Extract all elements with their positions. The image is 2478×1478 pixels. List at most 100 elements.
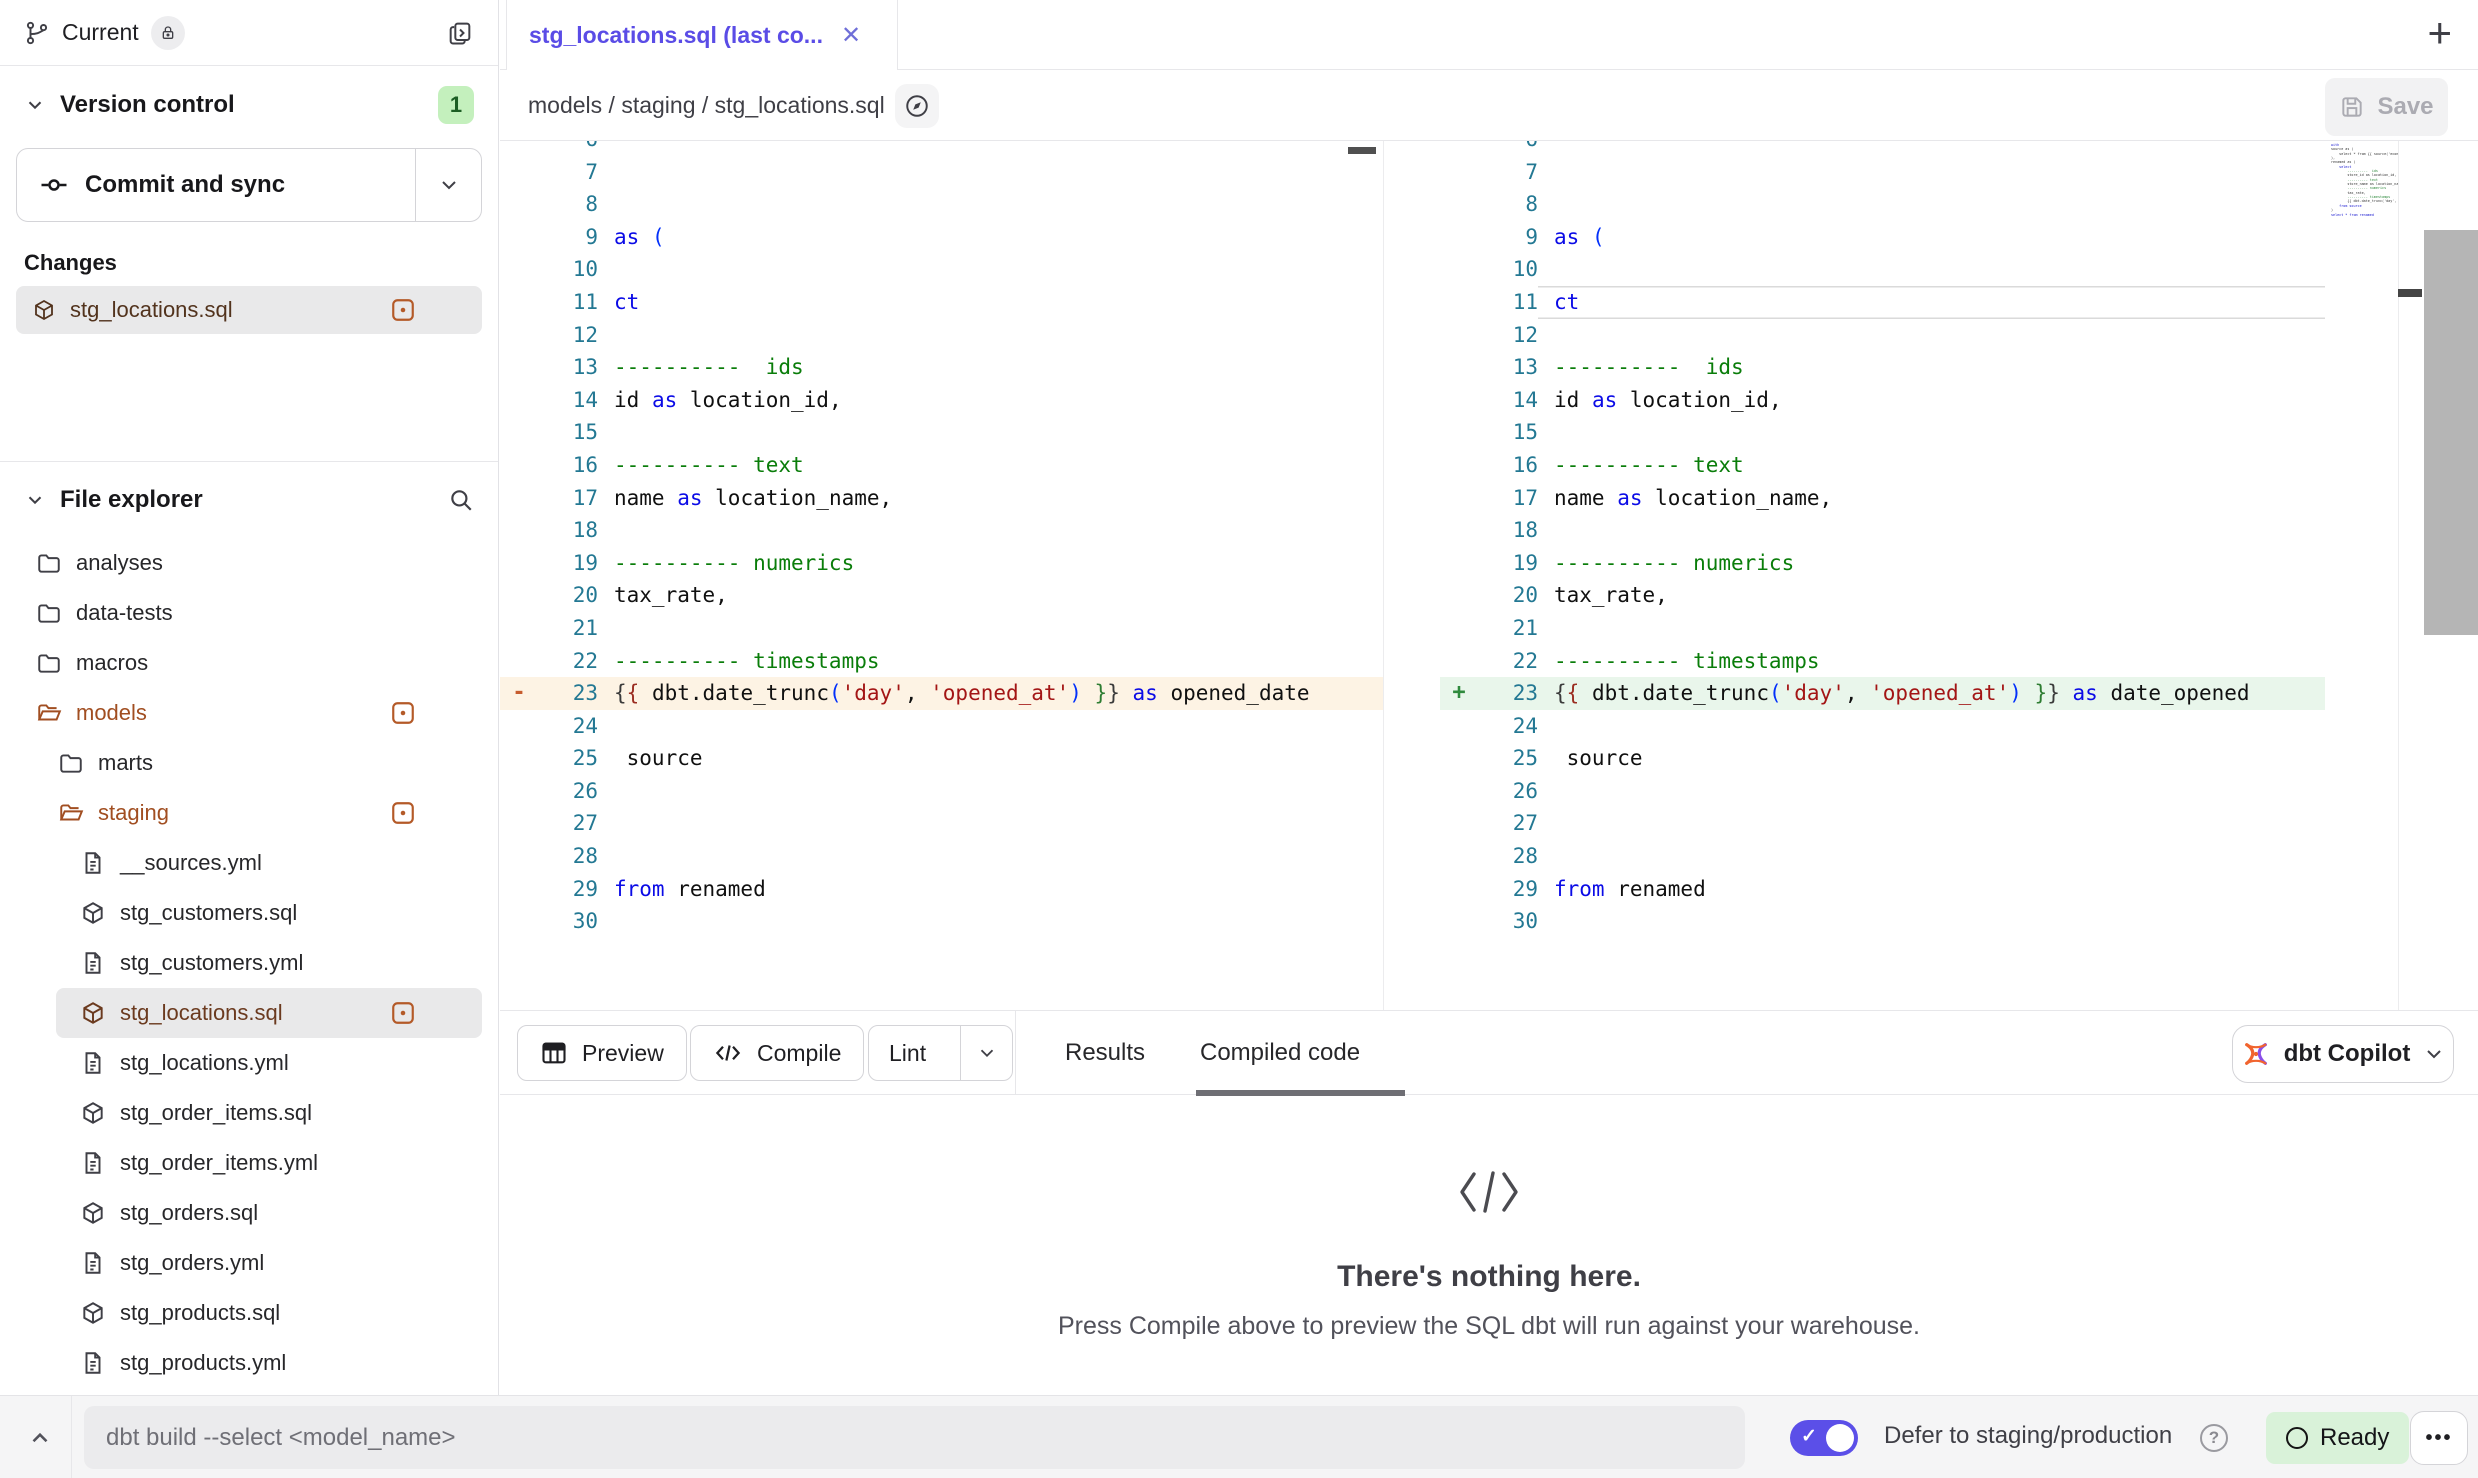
code-line-8[interactable]: 8 — [1440, 188, 2325, 221]
file-explorer-header[interactable]: File explorer — [0, 462, 498, 538]
code-line-29[interactable]: 29from renamed — [1440, 873, 2325, 906]
code-line-15[interactable]: 15 — [1440, 416, 2325, 449]
code-line-23[interactable]: -23{{ dbt.date_trunc('day', 'opened_at')… — [500, 677, 1383, 710]
lint-options-caret[interactable] — [960, 1026, 1012, 1080]
code-line-22[interactable]: 22---------- timestamps — [500, 645, 1383, 678]
file-tree-item-stg-customers-sql[interactable]: stg_customers.sql — [0, 888, 482, 938]
code-line-22[interactable]: 22---------- timestamps — [1440, 645, 2325, 678]
code-line-26[interactable]: 26 — [500, 775, 1383, 808]
code-line-19[interactable]: 19---------- numerics — [500, 547, 1383, 580]
more-options-button[interactable]: ••• — [2410, 1411, 2468, 1465]
code-line-18[interactable]: 18 — [500, 514, 1383, 547]
left-pane-scroll-thumb[interactable] — [1348, 147, 1376, 154]
ready-status-badge[interactable]: Ready — [2266, 1412, 2409, 1464]
file-tree-item-stg-customers-yml[interactable]: stg_customers.yml — [0, 938, 482, 988]
code-line-10[interactable]: 10 — [1440, 253, 2325, 286]
lint-button-label[interactable]: Lint — [869, 1026, 946, 1080]
dbt-copilot-button[interactable]: dbt Copilot — [2232, 1025, 2454, 1083]
file-tree-item-marts[interactable]: marts — [0, 738, 482, 788]
code-line-24[interactable]: 24 — [1440, 710, 2325, 743]
file-tree-item-stg-products-yml[interactable]: stg_products.yml — [0, 1338, 482, 1388]
code-line-7[interactable]: 7 — [500, 156, 1383, 189]
vertical-scrollbar[interactable] — [2424, 230, 2478, 635]
tab-compiled-code[interactable]: Compiled code — [1200, 1011, 1360, 1095]
file-tree-item-models[interactable]: models — [0, 688, 482, 738]
file-tree-item-stg-orders-sql[interactable]: stg_orders.sql — [0, 1188, 482, 1238]
compile-button[interactable]: Compile — [690, 1025, 864, 1081]
code-line-15[interactable]: 15 — [500, 416, 1383, 449]
file-tree-item-stg-orders-yml[interactable]: stg_orders.yml — [0, 1238, 482, 1288]
code-line-27[interactable]: 27 — [500, 807, 1383, 840]
lineage-compass-icon[interactable] — [895, 84, 939, 128]
tab-results[interactable]: Results — [1065, 1011, 1145, 1095]
line-number: 30 — [538, 905, 598, 938]
chevron-down-icon — [2422, 1042, 2446, 1066]
code-line-14[interactable]: 14id as location_id, — [500, 384, 1383, 417]
code-line-13[interactable]: 13---------- ids — [1440, 351, 2325, 384]
file-tree-item-staging[interactable]: staging — [0, 788, 482, 838]
commit-options-caret[interactable] — [415, 149, 481, 221]
commit-and-sync-button[interactable]: Commit and sync — [16, 148, 482, 222]
version-control-header[interactable]: Version control 1 — [0, 66, 498, 144]
preview-button[interactable]: Preview — [517, 1025, 687, 1081]
tab-stg-locations[interactable]: stg_locations.sql (last co... ✕ — [506, 0, 898, 70]
diff-pane-modified[interactable]: 6789as (1011ct1213---------- ids14id as … — [1440, 141, 2325, 1010]
code-line-26[interactable]: 26 — [1440, 775, 2325, 808]
code-line-17[interactable]: 17name as location_name, — [500, 482, 1383, 515]
file-tree-item-macros[interactable]: macros — [0, 638, 482, 688]
code-line-28[interactable]: 28 — [1440, 840, 2325, 873]
changed-files-icon[interactable] — [446, 19, 474, 47]
code-line-7[interactable]: 7 — [1440, 156, 2325, 189]
code-line-30[interactable]: 30 — [1440, 905, 2325, 938]
code-line-30[interactable]: 30 — [500, 905, 1383, 938]
code-line-21[interactable]: 21 — [500, 612, 1383, 645]
changed-file-row[interactable]: stg_locations.sql — [16, 286, 482, 334]
code-line-8[interactable]: 8 — [500, 188, 1383, 221]
new-tab-button[interactable]: + — [2427, 12, 2452, 54]
code-line-13[interactable]: 13---------- ids — [500, 351, 1383, 384]
search-icon[interactable] — [448, 487, 474, 513]
code-line-27[interactable]: 27 — [1440, 807, 2325, 840]
code-line-16[interactable]: 16---------- text — [1440, 449, 2325, 482]
code-line-29[interactable]: 29from renamed — [500, 873, 1383, 906]
code-line-17[interactable]: 17name as location_name, — [1440, 482, 2325, 515]
code-line-6[interactable]: 6 — [500, 141, 1383, 156]
code-line-24[interactable]: 24 — [500, 710, 1383, 743]
file-tree-item-stg-locations-sql[interactable]: stg_locations.sql — [56, 988, 482, 1038]
code-line-12[interactable]: 12 — [1440, 319, 2325, 352]
code-line-11[interactable]: 11ct — [1440, 286, 2325, 319]
file-tree-item-analyses[interactable]: analyses — [0, 538, 482, 588]
close-tab-icon[interactable]: ✕ — [841, 21, 861, 50]
file-tree-item-stg-products-sql[interactable]: stg_products.sql — [0, 1288, 482, 1338]
code-line-23[interactable]: +23{{ dbt.date_trunc('day', 'opened_at')… — [1440, 677, 2325, 710]
file-tree-item-stg-locations-yml[interactable]: stg_locations.yml — [0, 1038, 482, 1088]
defer-toggle[interactable]: ✓ — [1790, 1420, 1858, 1456]
file-tree-item-stg-order-items-yml[interactable]: stg_order_items.yml — [0, 1138, 482, 1188]
code-line-25[interactable]: 25 source — [500, 742, 1383, 775]
help-icon[interactable]: ? — [2200, 1424, 2228, 1452]
code-line-18[interactable]: 18 — [1440, 514, 2325, 547]
code-line-20[interactable]: 20tax_rate, — [1440, 579, 2325, 612]
expand-command-bar-icon[interactable] — [18, 1416, 62, 1460]
code-line-28[interactable]: 28 — [500, 840, 1383, 873]
lint-button[interactable]: Lint — [868, 1025, 1013, 1081]
command-input[interactable]: dbt build --select <model_name> — [84, 1406, 1745, 1469]
minimap[interactable]: withsource as ( select * from {{ source(… — [2325, 141, 2398, 1010]
file-tree-item--sources-yml[interactable]: __sources.yml — [0, 838, 482, 888]
code-line-9[interactable]: 9as ( — [500, 221, 1383, 254]
code-line-14[interactable]: 14id as location_id, — [1440, 384, 2325, 417]
code-line-20[interactable]: 20tax_rate, — [500, 579, 1383, 612]
code-line-9[interactable]: 9as ( — [1440, 221, 2325, 254]
code-line-21[interactable]: 21 — [1440, 612, 2325, 645]
code-line-16[interactable]: 16---------- text — [500, 449, 1383, 482]
code-line-12[interactable]: 12 — [500, 319, 1383, 352]
code-line-6[interactable]: 6 — [1440, 141, 2325, 156]
diff-pane-original[interactable]: 6789as (1011ct1213---------- ids14id as … — [500, 141, 1383, 1010]
code-line-10[interactable]: 10 — [500, 253, 1383, 286]
code-line-25[interactable]: 25 source — [1440, 742, 2325, 775]
code-line-19[interactable]: 19---------- numerics — [1440, 547, 2325, 580]
file-tree-item-data-tests[interactable]: data-tests — [0, 588, 482, 638]
file-tree-item-stg-order-items-sql[interactable]: stg_order_items.sql — [0, 1088, 482, 1138]
code-line-11[interactable]: 11ct — [500, 286, 1383, 319]
save-button[interactable]: Save — [2325, 78, 2448, 136]
